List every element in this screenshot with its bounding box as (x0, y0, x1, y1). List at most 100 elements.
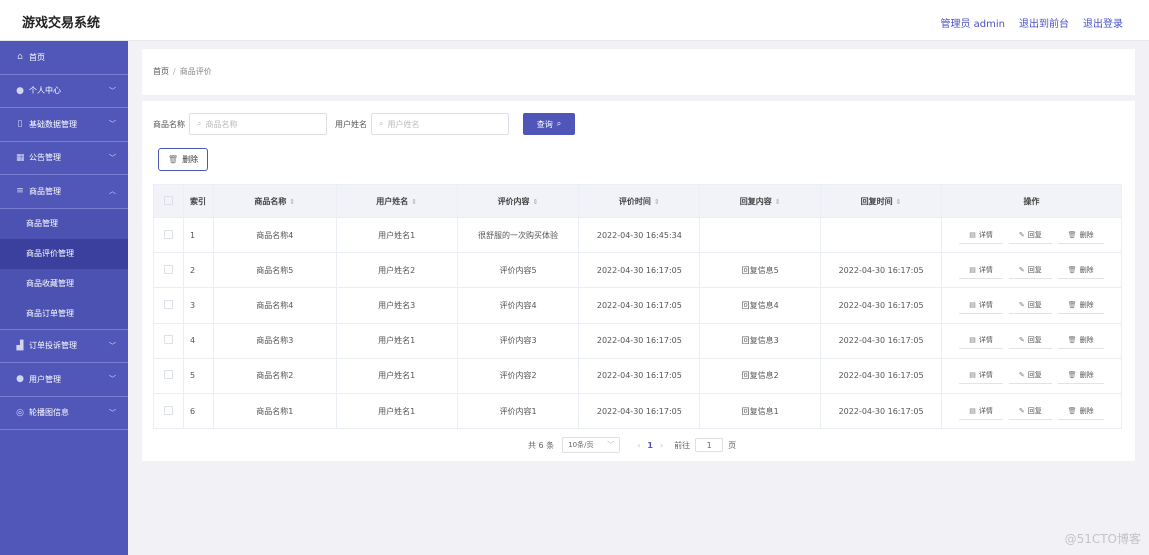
chevron-up-icon: ︿ (109, 187, 116, 196)
cell-actions: ▤ 详情 ✎ 回复 🗑 删除 (941, 392, 1122, 430)
breadcrumb: 首页 / 商品评价 (153, 66, 212, 77)
pagination: 共 6 条 10条/页 ﹀ ‹ 1 › 前往 1 页 (528, 437, 736, 453)
page-size-select[interactable]: 10条/页 ﹀ (562, 437, 621, 453)
row-delete-button[interactable]: 🗑 删除 (1057, 262, 1104, 279)
reply-button[interactable]: ✎ 回复 (1008, 262, 1052, 279)
cell-content: 评价内容2 (456, 357, 580, 394)
user-name-input[interactable]: ⌕ 用户姓名 (371, 113, 509, 135)
reply-button-label: 回复 (1027, 336, 1042, 345)
goto-page-input[interactable]: 1 (695, 438, 724, 452)
row-delete-button[interactable]: 🗑 删除 (1057, 367, 1104, 385)
row-delete-button-label: 删除 (1079, 300, 1094, 309)
breadcrumb-card: 首页 / 商品评价 (142, 49, 1135, 95)
row-checkbox[interactable] (163, 370, 173, 380)
detail-button[interactable]: ▤ 详情 (959, 403, 1003, 420)
row-delete-button[interactable]: 🗑 删除 (1057, 403, 1104, 420)
row-delete-button[interactable]: 🗑 删除 (1057, 332, 1104, 350)
watermark: @51CTO博客 (1064, 532, 1141, 546)
sidebar-item-profile[interactable]: ● 个人中心 ﹀ (0, 75, 128, 108)
detail-button-label: 详情 (978, 336, 993, 345)
row-checkbox[interactable] (163, 405, 173, 415)
cell-actions: ▤ 详情 ✎ 回复 🗑 删除 (941, 357, 1122, 394)
page-number-current[interactable]: 1 (647, 441, 653, 450)
cell-product: 商品名称1 (212, 392, 337, 430)
row-select-cell (153, 357, 184, 394)
sort-icon[interactable]: ⇕ (533, 198, 539, 206)
admin-label[interactable]: 管理员 admin (940, 15, 1005, 30)
sidebar-subitem-reviews[interactable]: 商品评价管理 (0, 238, 128, 269)
column-header-label: 评价内容 (497, 196, 530, 206)
row-actions: ▤ 详情 ✎ 回复 🗑 删除 (942, 227, 1121, 244)
reply-button[interactable]: ✎ 回复 (1008, 403, 1052, 420)
sidebar-item-base-data[interactable]: ▯ 基础数据管理 ﹀ (0, 108, 128, 142)
cell-actions: ▤ 详情 ✎ 回复 🗑 删除 (941, 322, 1122, 359)
prev-page-icon[interactable]: ‹ (637, 441, 640, 450)
goto-page-value: 1 (706, 440, 712, 450)
cell-reply: 回复信息1 (699, 392, 822, 430)
edit-icon: ✎ (1018, 265, 1025, 274)
cell-reply (699, 216, 822, 254)
breadcrumb-home[interactable]: 首页 (153, 67, 169, 76)
column-header-label: 回复时间 (860, 196, 893, 206)
sidebar-subitem-favorites[interactable]: 商品收藏管理 (0, 268, 128, 299)
sidebar-subitem-orders[interactable]: 商品订单管理 (0, 298, 128, 329)
detail-icon: ▤ (969, 371, 976, 380)
sort-icon[interactable]: ⇕ (289, 198, 295, 206)
reply-button[interactable]: ✎ 回复 (1008, 297, 1052, 314)
sidebar-item-home[interactable]: ⌂ 首页 (0, 41, 128, 75)
column-header-reply-time[interactable]: 回复时间 ⇕ (820, 184, 942, 218)
sidebar-item-label: 个人中心 (29, 86, 61, 96)
column-header-user[interactable]: 用户姓名 ⇕ (335, 184, 458, 218)
cell-actions: ▤ 详情 ✎ 回复 🗑 删除 (941, 216, 1122, 254)
logout-link[interactable]: 退出登录 (1083, 15, 1123, 30)
sort-icon[interactable]: ⇕ (775, 198, 781, 206)
row-select-cell (153, 392, 184, 430)
reply-button[interactable]: ✎ 回复 (1008, 367, 1052, 385)
detail-button[interactable]: ▤ 详情 (959, 262, 1003, 279)
cell-index: 6 (182, 392, 214, 430)
cell-reply-time (820, 216, 942, 254)
sidebar-item-complaints[interactable]: ▟ 订单投诉管理 ﹀ (0, 330, 128, 363)
detail-button[interactable]: ▤ 详情 (959, 227, 1003, 244)
row-checkbox[interactable] (163, 299, 173, 309)
row-checkbox[interactable] (163, 264, 173, 274)
row-actions: ▤ 详情 ✎ 回复 🗑 删除 (942, 332, 1121, 350)
breadcrumb-separator: / (173, 67, 176, 76)
sidebar-item-products[interactable]: ≡ 商品管理 ︿ (0, 175, 128, 209)
row-delete-button[interactable]: 🗑 删除 (1057, 227, 1104, 244)
batch-delete-button[interactable]: 🗑 删除 (158, 148, 208, 171)
sort-icon[interactable]: ⇕ (411, 198, 417, 206)
sort-icon[interactable]: ⇕ (896, 198, 902, 206)
reply-button[interactable]: ✎ 回复 (1008, 332, 1052, 350)
sidebar-subitem-products[interactable]: 商品管理 (0, 208, 128, 239)
to-front-link[interactable]: 退出到前台 (1019, 15, 1069, 30)
cell-time: 2022-04-30 16:17:05 (578, 252, 701, 289)
user-icon: ● (16, 374, 24, 385)
column-header-product[interactable]: 商品名称 ⇕ (212, 184, 337, 218)
sidebar-item-users[interactable]: ● 用户管理 ﹀ (0, 363, 128, 397)
row-checkbox[interactable] (163, 335, 173, 345)
row-checkbox[interactable] (163, 229, 173, 239)
row-actions: ▤ 详情 ✎ 回复 🗑 删除 (942, 367, 1121, 385)
row-delete-button[interactable]: 🗑 删除 (1057, 297, 1104, 314)
cell-product: 商品名称5 (212, 252, 337, 289)
query-button[interactable]: 查询 ⌕ (523, 113, 575, 135)
search-icon: ⌕ (197, 119, 202, 128)
column-header-time[interactable]: 评价时间 ⇕ (578, 184, 701, 218)
product-name-input[interactable]: ⌕ 商品名称 (189, 113, 327, 135)
column-header-content[interactable]: 评价内容 ⇕ (456, 184, 580, 218)
sidebar-item-notice[interactable]: ▦ 公告管理 ﹀ (0, 142, 128, 175)
column-header-reply[interactable]: 回复内容 ⇕ (699, 184, 822, 218)
detail-button[interactable]: ▤ 详情 (959, 367, 1003, 385)
reply-button[interactable]: ✎ 回复 (1008, 227, 1052, 244)
sidebar-item-label: 用户管理 (29, 374, 61, 384)
chart-icon: ▟ (16, 340, 24, 351)
sidebar-item-carousel[interactable]: ◎ 轮播图信息 ﹀ (0, 397, 128, 430)
row-delete-button-label: 删除 (1079, 371, 1094, 380)
select-all-checkbox[interactable] (163, 195, 173, 205)
sort-icon[interactable]: ⇕ (654, 198, 660, 206)
detail-button[interactable]: ▤ 详情 (959, 297, 1003, 314)
row-delete-button-label: 删除 (1079, 336, 1094, 345)
next-page-icon[interactable]: › (660, 441, 663, 450)
detail-button[interactable]: ▤ 详情 (959, 332, 1003, 350)
